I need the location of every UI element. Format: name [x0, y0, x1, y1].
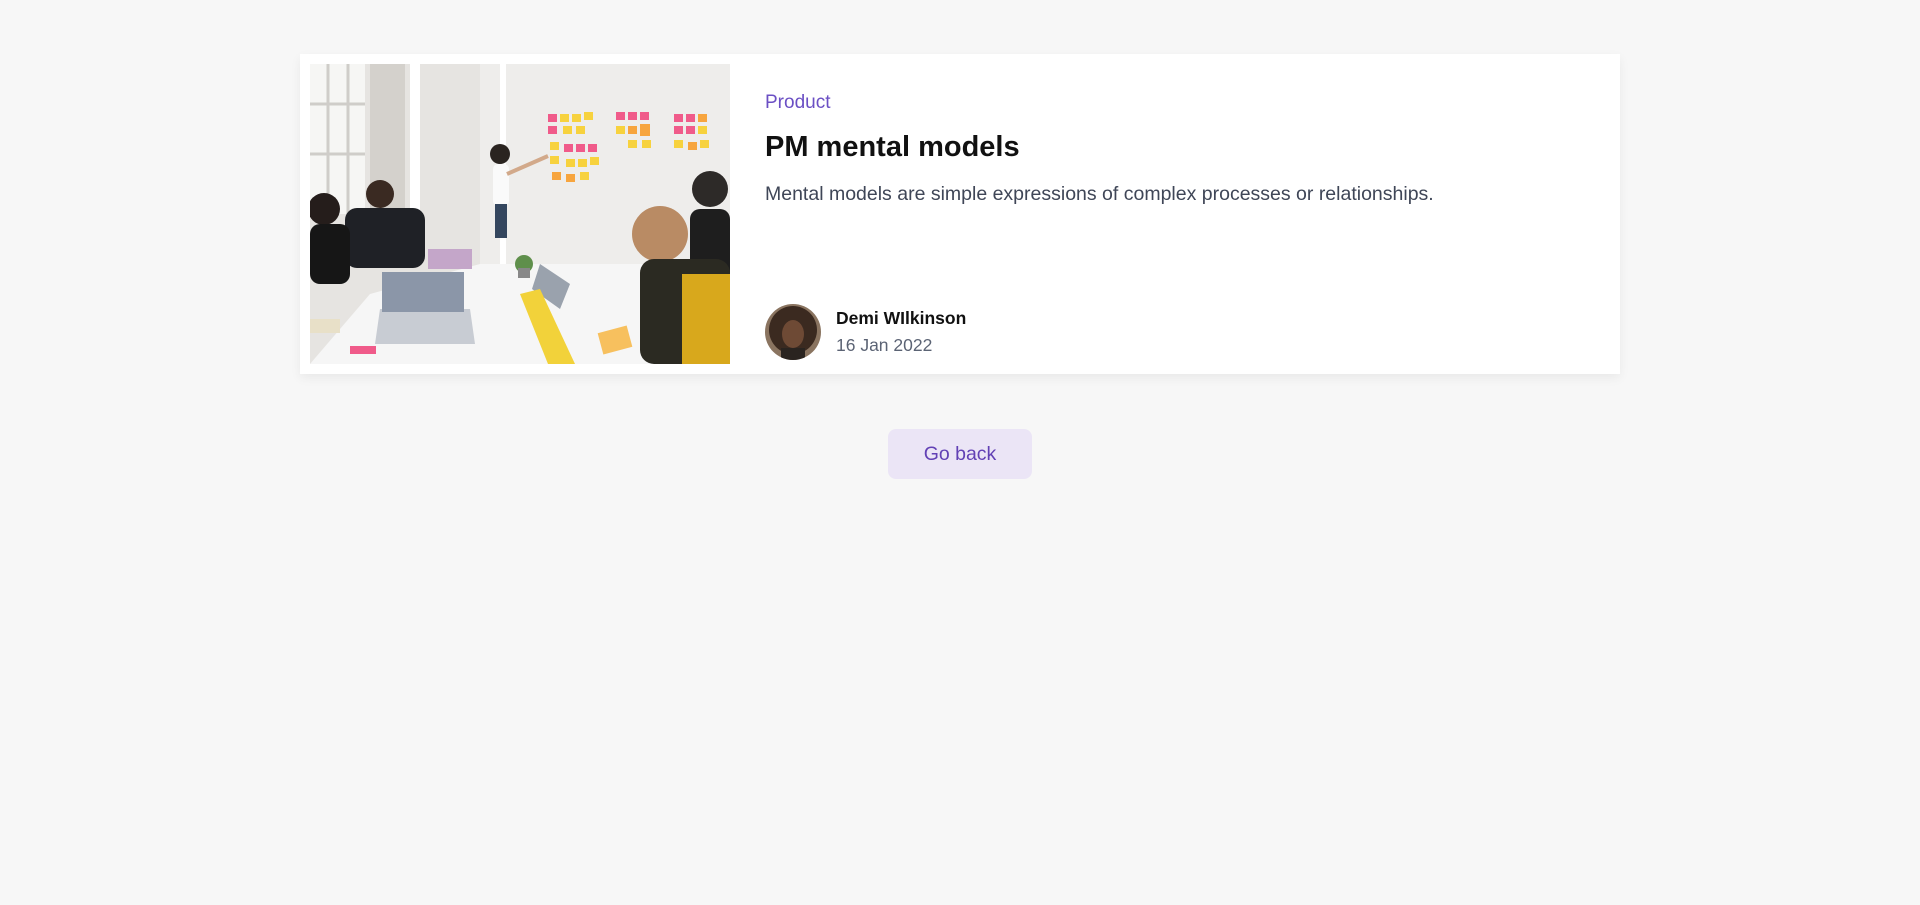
author-name: Demi WIlkinson: [836, 308, 967, 328]
post-cover-image: [310, 64, 730, 364]
post-author: Demi WIlkinson 16 Jan 2022: [765, 304, 966, 360]
office-meeting-illustration: [310, 64, 730, 364]
blog-post-card: Product PM mental models Mental models a…: [300, 54, 1620, 374]
post-content: Product PM mental models Mental models a…: [730, 64, 1610, 364]
post-category[interactable]: Product: [765, 92, 830, 114]
post-excerpt: Mental models are simple expressions of …: [765, 183, 1434, 205]
author-avatar-icon: [765, 304, 821, 360]
avatar: [765, 304, 821, 360]
go-back-button[interactable]: Go back: [888, 429, 1032, 479]
author-meta: Demi WIlkinson 16 Jan 2022: [836, 308, 966, 356]
post-title[interactable]: PM mental models: [765, 131, 1020, 164]
post-date: 16 Jan 2022: [836, 335, 933, 355]
